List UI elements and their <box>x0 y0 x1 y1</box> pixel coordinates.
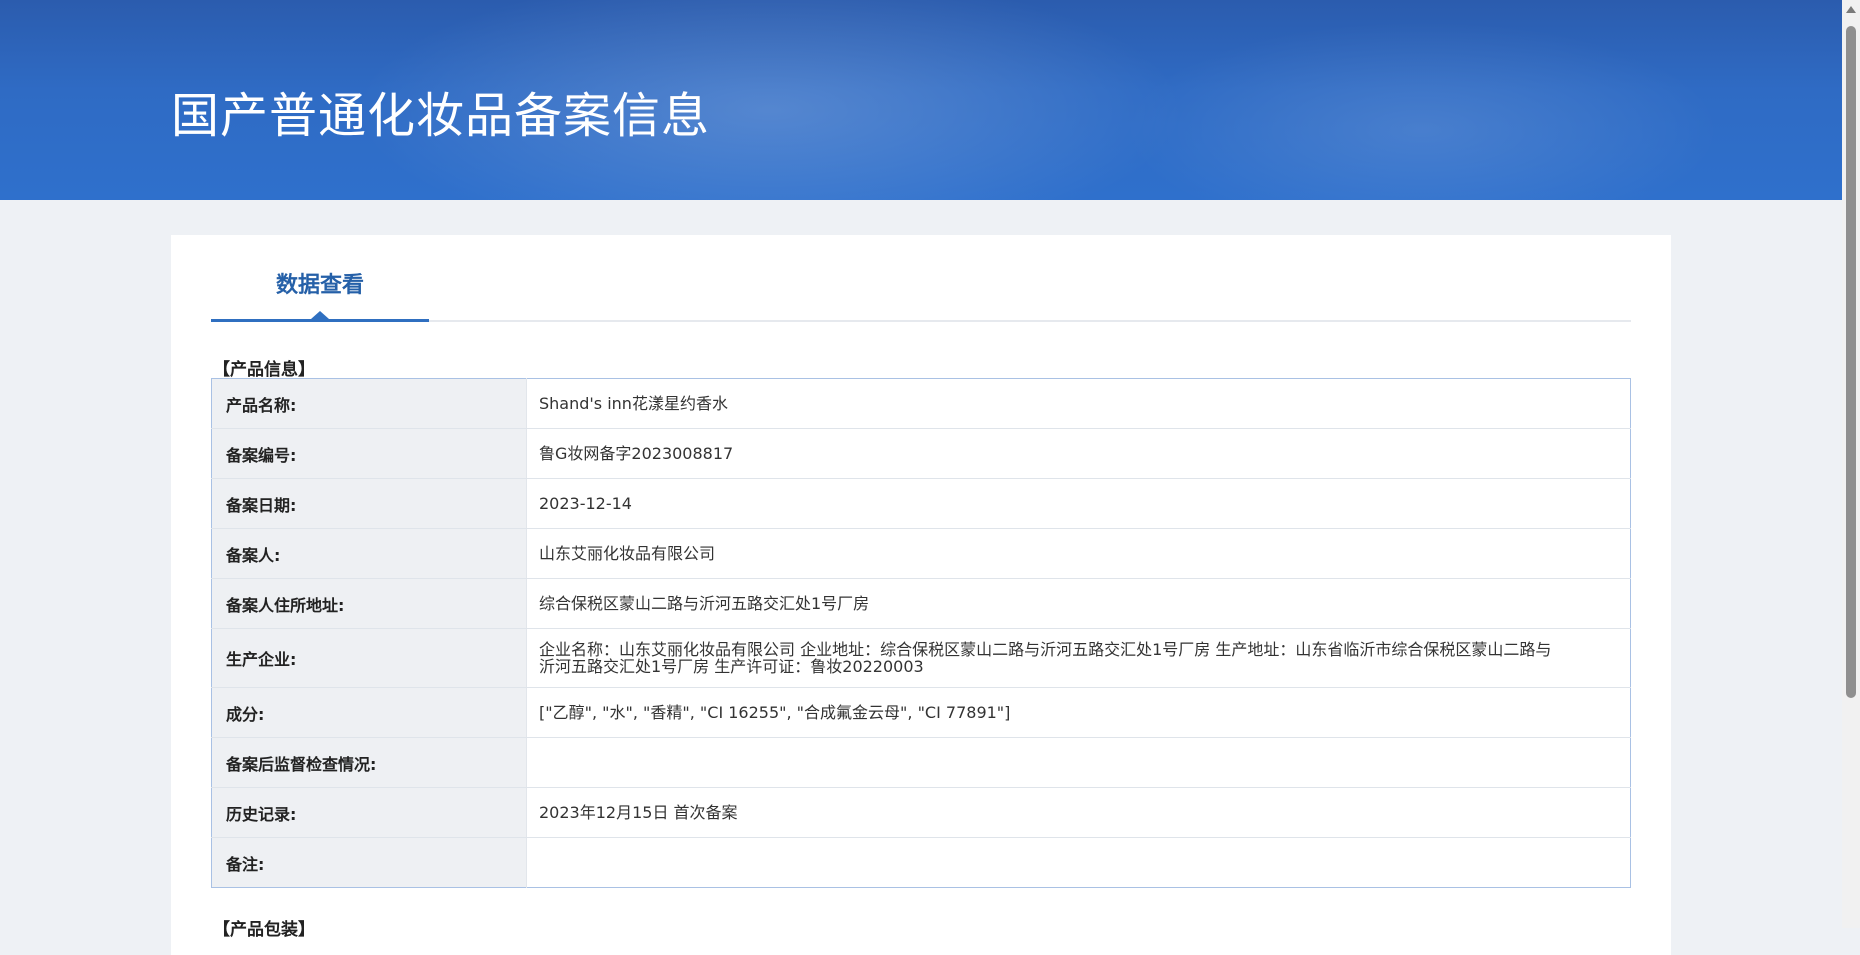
table-row: 备案后监督检查情况: <box>211 737 1631 788</box>
product-info-section-title: 【产品信息】 <box>213 360 315 380</box>
table-row: 备案日期: 2023-12-14 <box>211 478 1631 529</box>
scroll-up-arrow-icon[interactable] <box>1846 6 1856 13</box>
row-label-product-name: 产品名称: <box>211 378 527 429</box>
table-row: 备案人住所地址: 综合保税区蒙山二路与沂河五路交汇处1号厂房 <box>211 578 1631 629</box>
vertical-scrollbar[interactable] <box>1842 0 1860 928</box>
row-label-registrant: 备案人: <box>211 528 527 579</box>
row-value-registrant-address: 综合保税区蒙山二路与沂河五路交汇处1号厂房 <box>526 578 1631 629</box>
row-label-registrant-address: 备案人住所地址: <box>211 578 527 629</box>
content-card: 数据查看 【产品信息】 产品名称: Shand's inn花漾星约香水 备案编号… <box>171 235 1671 955</box>
table-row: 产品名称: Shand's inn花漾星约香水 <box>211 378 1631 429</box>
row-value-supervision <box>526 737 1631 788</box>
row-label-supervision: 备案后监督检查情况: <box>211 737 527 788</box>
row-value-remarks <box>527 838 1631 888</box>
tab-caret-icon <box>311 311 329 319</box>
row-value-product-name: Shand's inn花漾星约香水 <box>526 378 1631 429</box>
tab-data-view-label: 数据查看 <box>275 273 364 298</box>
table-row: 备案人: 山东艾丽化妆品有限公司 <box>211 528 1631 579</box>
row-label-ingredients: 成分: <box>211 687 527 738</box>
tab-data-view[interactable]: 数据查看 <box>211 265 429 322</box>
row-label-manufacturer: 生产企业: <box>211 628 527 688</box>
row-label-remarks: 备注: <box>211 837 527 888</box>
row-value-history: 2023年12月15日 首次备案 <box>526 787 1631 838</box>
table-row: 生产企业: 企业名称：山东艾丽化妆品有限公司 企业地址：综合保税区蒙山二路与沂河… <box>211 628 1631 688</box>
row-value-registration-number: 鲁G妆网备字2023008817 <box>526 428 1631 479</box>
product-info-table: 产品名称: Shand's inn花漾星约香水 备案编号: 鲁G妆网备字2023… <box>211 378 1631 888</box>
row-value-registration-date: 2023-12-14 <box>526 478 1631 529</box>
row-label-registration-date: 备案日期: <box>211 478 527 529</box>
scrollbar-thumb[interactable] <box>1846 26 1856 698</box>
table-row: 成分: ["乙醇", "水", "香精", "CI 16255", "合成氟金云… <box>211 687 1631 738</box>
page-title: 国产普通化妆品备案信息 <box>171 88 711 144</box>
table-row: 备注: <box>211 837 1631 888</box>
row-value-registrant: 山东艾丽化妆品有限公司 <box>526 528 1631 579</box>
header-banner: 国产普通化妆品备案信息 <box>0 0 1842 200</box>
table-row: 历史记录: 2023年12月15日 首次备案 <box>211 787 1631 838</box>
row-value-manufacturer: 企业名称：山东艾丽化妆品有限公司 企业地址：综合保税区蒙山二路与沂河五路交汇处1… <box>526 628 1631 688</box>
row-label-history: 历史记录: <box>211 787 527 838</box>
tab-active-underline <box>211 319 429 322</box>
row-value-ingredients: ["乙醇", "水", "香精", "CI 16255", "合成氟金云母", … <box>526 687 1631 738</box>
row-label-registration-number: 备案编号: <box>211 428 527 479</box>
table-row: 备案编号: 鲁G妆网备字2023008817 <box>211 428 1631 479</box>
